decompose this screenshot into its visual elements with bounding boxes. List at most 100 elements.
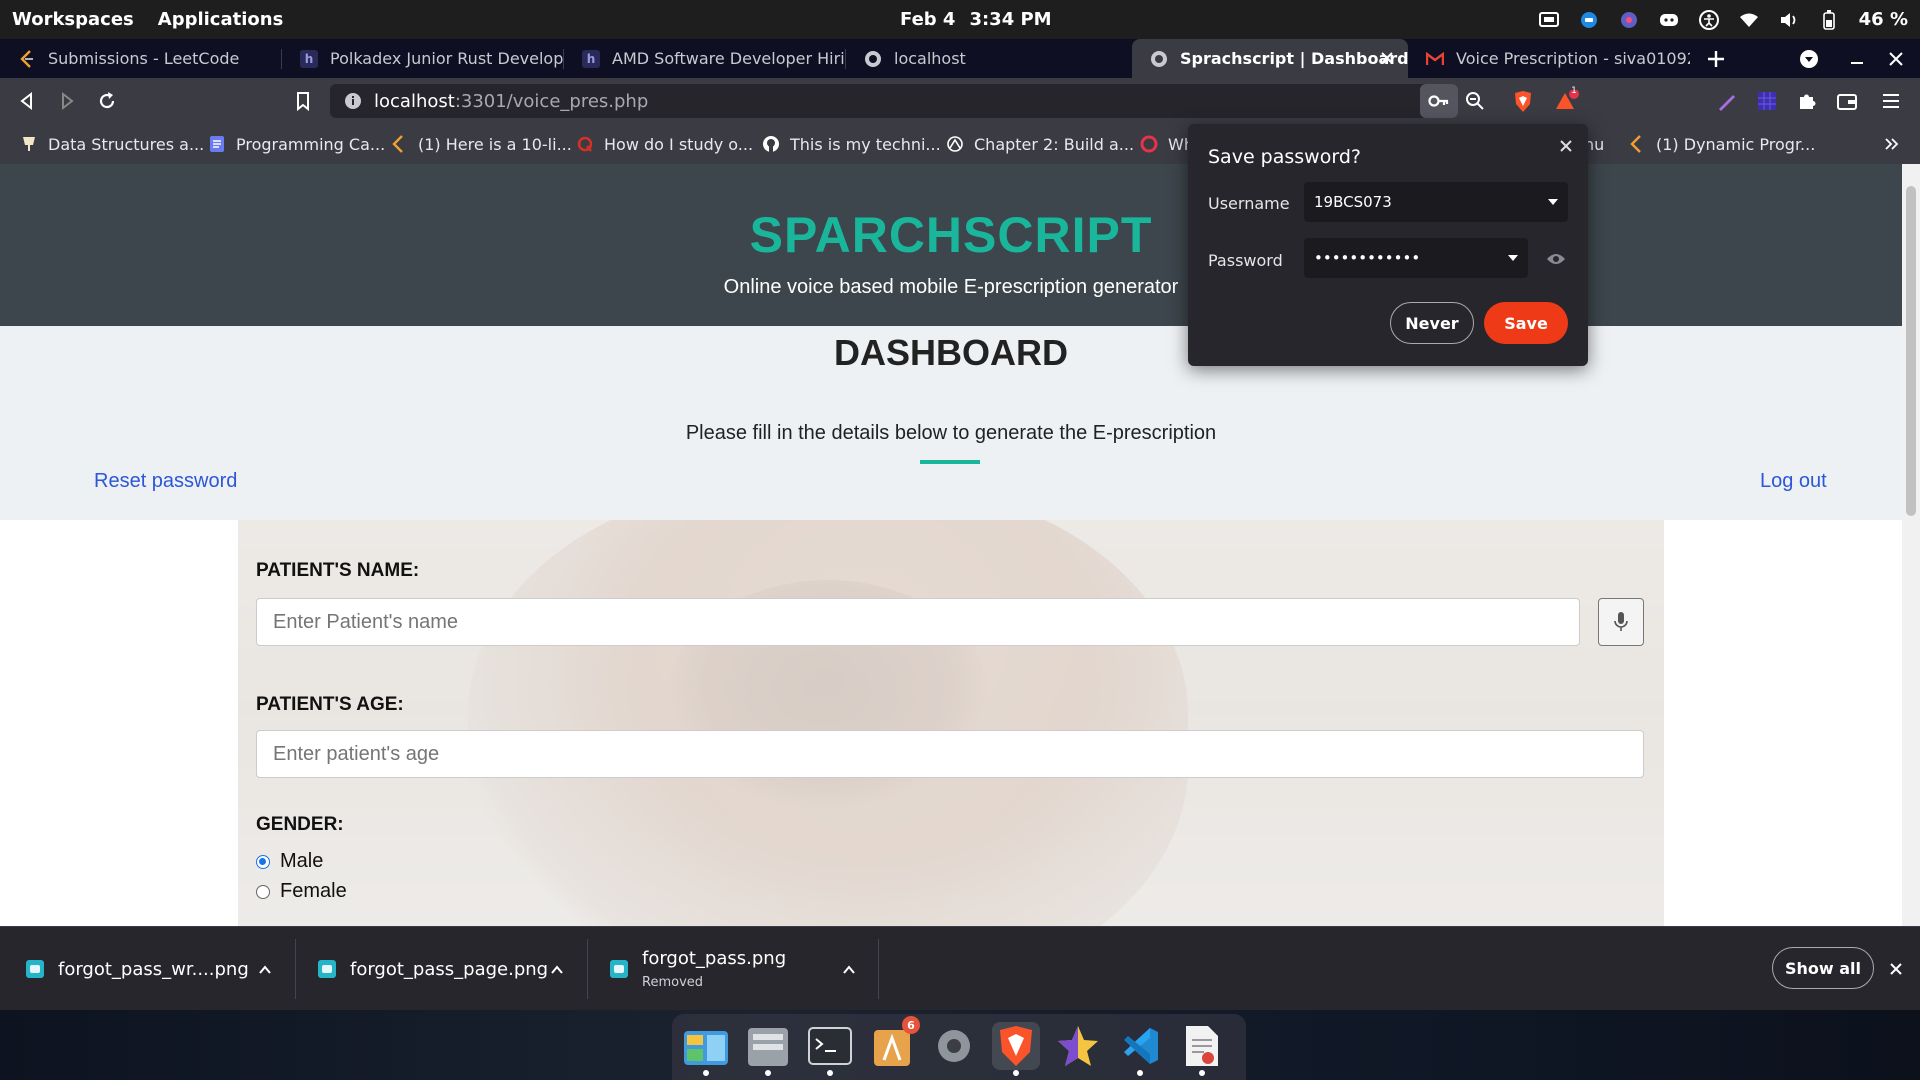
download-name: forgot_pass.png	[642, 948, 787, 969]
close-icon[interactable]	[1378, 49, 1396, 67]
dock: 6	[672, 1014, 1246, 1080]
pen-extension-icon[interactable]	[1716, 90, 1738, 112]
download-item[interactable]: forgot_pass_wr....png	[26, 927, 278, 1011]
image-file-icon	[610, 960, 628, 978]
quora-icon	[576, 135, 594, 153]
patient-name-input[interactable]	[256, 598, 1580, 646]
screen: Workspaces Applications Feb 4 3:34 PM 46…	[0, 0, 1920, 1080]
forward-icon[interactable]	[56, 90, 78, 112]
files-manager-icon[interactable]	[682, 1022, 730, 1076]
accessibility-icon[interactable]	[1698, 9, 1719, 30]
close-icon[interactable]	[1558, 138, 1574, 154]
key-icon[interactable]	[1420, 84, 1458, 118]
tab-localhost[interactable]: localhost	[846, 39, 1128, 78]
favorites-star-icon[interactable]	[1054, 1022, 1102, 1070]
app-store-icon[interactable]: 6	[868, 1016, 920, 1070]
download-status: Removed	[642, 975, 704, 990]
applications-menu[interactable]: Applications	[158, 9, 284, 30]
chevron-up-icon[interactable]	[258, 963, 272, 977]
running-indicator	[765, 1070, 771, 1076]
teams-icon[interactable]	[1619, 10, 1639, 30]
site-info-icon[interactable]	[344, 92, 362, 110]
tab-polkadex[interactable]: h Polkadex Junior Rust Developer	[282, 39, 564, 78]
document-viewer-icon[interactable]	[1178, 1022, 1226, 1076]
scrollbar-thumb[interactable]	[1906, 186, 1916, 516]
gender-male-radio[interactable]: Male	[256, 850, 323, 873]
tab-sprachscript-dashboard[interactable]: Sprachscript | Dashboard	[1132, 39, 1408, 78]
username-select[interactable]: 19BCS073	[1304, 182, 1568, 222]
address-bar[interactable]: localhost:3301/voice_pres.php	[330, 84, 1458, 118]
bookmark-item[interactable]: (1) Here is a 10-li...	[390, 124, 572, 164]
tab-gmail[interactable]: Voice Prescription - siva010928	[1408, 39, 1690, 78]
date-label: Feb 4	[900, 9, 956, 30]
bookmark-item[interactable]: Wh	[1140, 124, 1194, 164]
page-scrollbar[interactable]	[1902, 164, 1920, 926]
reset-password-link[interactable]: Reset password	[94, 470, 237, 493]
clock[interactable]: Feb 4 3:34 PM	[900, 0, 1052, 39]
voice-input-button[interactable]	[1598, 598, 1644, 646]
window-close-icon[interactable]	[1885, 48, 1907, 70]
site-brand: SPARCHSCRIPT	[749, 207, 1153, 263]
discord-icon[interactable]	[1659, 10, 1679, 30]
download-item[interactable]: forgot_pass.png Removed	[610, 927, 862, 1011]
leetcode-icon	[390, 135, 408, 153]
download-text: forgot_pass.png Removed	[642, 948, 786, 990]
brave-browser-icon[interactable]	[992, 1022, 1040, 1076]
back-icon[interactable]	[16, 90, 38, 112]
zoom-icon[interactable]	[1464, 90, 1486, 112]
save-button[interactable]: Save	[1484, 302, 1568, 344]
bookmark-item[interactable]: (1) Dynamic Progr...	[1628, 124, 1815, 164]
notification-badge: 6	[902, 1016, 920, 1034]
settings-gear-icon[interactable]	[930, 1022, 978, 1070]
photo-overlay	[238, 520, 1664, 926]
tab-leetcode[interactable]: Submissions - LeetCode	[0, 39, 282, 78]
bookmark-item[interactable]: How do I study o...	[576, 124, 753, 164]
never-button[interactable]: Never	[1390, 302, 1474, 344]
puzzle-icon[interactable]	[1796, 90, 1818, 112]
tab-search-icon[interactable]	[1798, 48, 1820, 70]
chat-app-icon[interactable]	[1579, 10, 1599, 30]
close-icon[interactable]	[1888, 961, 1904, 977]
chevron-up-icon[interactable]	[550, 963, 564, 977]
password-select[interactable]: ••••••••••••	[1304, 238, 1528, 278]
reload-icon[interactable]	[96, 90, 118, 112]
more-bookmarks-icon[interactable]	[1884, 134, 1900, 154]
patient-age-input[interactable]	[256, 730, 1644, 778]
tab-label: Voice Prescription - siva010928	[1456, 49, 1690, 68]
tab-amd[interactable]: h AMD Software Developer Hiring	[564, 39, 846, 78]
bookmark-item[interactable]: This is my techni...	[762, 124, 941, 164]
show-password-eye-icon[interactable]	[1546, 252, 1566, 266]
grid-extension-icon[interactable]	[1756, 90, 1778, 112]
menu-icon[interactable]	[1880, 90, 1902, 112]
radio-label: Male	[280, 850, 324, 872]
archive-icon[interactable]	[744, 1022, 792, 1076]
patient-name-label: PATIENT'S NAME:	[256, 560, 420, 581]
download-item[interactable]: forgot_pass_page.png	[318, 927, 570, 1011]
bookmark-item[interactable]: Data Structures a...	[20, 124, 204, 164]
bookmark-icon[interactable]	[292, 90, 314, 112]
brave-shields-icon[interactable]	[1512, 90, 1534, 112]
gender-female-radio[interactable]: Female	[256, 880, 347, 903]
terminal-icon[interactable]	[806, 1022, 854, 1076]
bookmark-item[interactable]: Chapter 2: Build a...	[946, 124, 1134, 164]
new-tab-icon[interactable]	[1705, 48, 1727, 70]
browser-toolbar: localhost:3301/voice_pres.php 1	[0, 78, 1920, 124]
log-out-link[interactable]: Log out	[1760, 470, 1827, 493]
workspaces-menu[interactable]: Workspaces	[12, 9, 134, 30]
brave-rewards-icon[interactable]: 1	[1554, 86, 1579, 112]
leetcode-icon	[1628, 135, 1646, 153]
bookmark-item[interactable]: Programming Ca...	[208, 124, 385, 164]
volume-icon[interactable]	[1779, 10, 1799, 30]
hashnode-icon: h	[582, 49, 600, 68]
bookmarks-bar: Data Structures a... Programming Ca... (…	[0, 124, 1920, 164]
show-all-button[interactable]: Show all	[1772, 947, 1874, 989]
chevron-up-icon[interactable]	[842, 963, 856, 977]
vscode-icon[interactable]	[1116, 1022, 1164, 1076]
minimize-icon[interactable]	[1846, 48, 1868, 70]
battery-icon[interactable]	[1819, 9, 1839, 30]
download-name: forgot_pass_wr....png	[58, 958, 249, 980]
bookmark-label: This is my techni...	[790, 134, 941, 154]
wallet-icon[interactable]	[1836, 90, 1858, 112]
screenshot-icon[interactable]	[1538, 10, 1559, 30]
wifi-icon[interactable]	[1739, 10, 1759, 30]
